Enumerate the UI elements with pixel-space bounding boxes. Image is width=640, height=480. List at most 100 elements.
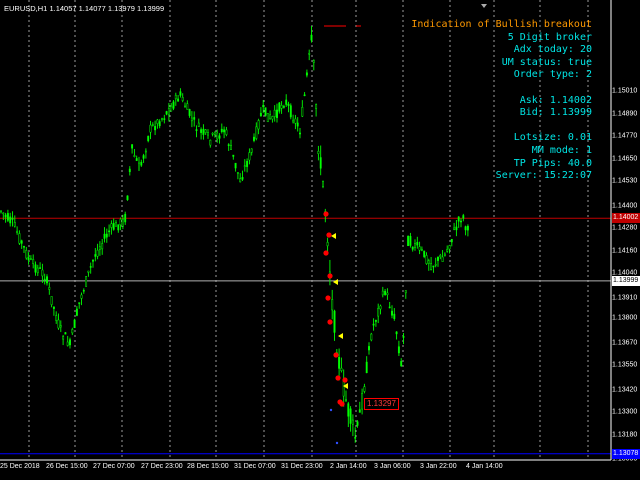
candle-body: [188, 109, 191, 116]
candle-body: [333, 310, 336, 333]
candle-body: [207, 132, 209, 136]
candle-body: [98, 246, 101, 250]
candle-body: [23, 246, 25, 248]
time-axis-label: 31 Dec 23:00: [281, 463, 323, 470]
sell-signal-dot-icon: [327, 319, 333, 325]
candle-body: [200, 129, 203, 133]
candle-body: [6, 213, 9, 221]
candle-body: [273, 109, 276, 117]
candle-body: [259, 112, 262, 117]
candle-body: [363, 386, 366, 392]
candle-body: [453, 227, 456, 230]
candle-body: [103, 233, 106, 239]
candle-body: [420, 248, 423, 251]
candle-body: [262, 105, 265, 108]
candle-body: [400, 361, 403, 367]
candle-body: [257, 120, 260, 130]
candle-body: [52, 306, 55, 309]
candle-body: [170, 105, 173, 112]
candle-body: [9, 216, 12, 224]
candle-body: [34, 264, 37, 273]
candle-body: [248, 152, 251, 161]
candle-body: [278, 102, 281, 112]
candle-body: [393, 313, 396, 319]
candle-body: [112, 223, 115, 230]
candle-body: [110, 223, 113, 228]
candle-body: [57, 319, 60, 329]
candle-body: [59, 325, 62, 328]
candle-body: [356, 421, 359, 426]
candle-body: [423, 250, 426, 257]
price-axis-label: 1.14400: [612, 202, 638, 210]
candle-body: [43, 278, 46, 281]
candle-body: [101, 243, 104, 250]
candle-body: [384, 290, 387, 295]
candle-body: [87, 270, 90, 273]
candle-body: [377, 307, 380, 317]
candle-body: [437, 256, 439, 261]
candle-body: [243, 165, 246, 167]
candle-body: [36, 267, 39, 274]
candle-body: [92, 259, 94, 262]
candle-body: [119, 218, 122, 226]
candle-body: [216, 132, 219, 140]
candle-body: [223, 129, 226, 133]
sell-signal-dot-icon: [335, 375, 341, 381]
candle-body: [241, 177, 244, 180]
candle-body: [2, 212, 5, 215]
candle-body: [181, 97, 184, 101]
candle-body: [439, 255, 442, 258]
panel-line: Lotsize: 0.01: [513, 132, 592, 144]
candle-body: [460, 220, 462, 223]
candle-body: [250, 148, 253, 153]
candle-body: [418, 246, 421, 251]
candle-body: [365, 361, 368, 374]
candle-body: [115, 222, 117, 227]
candle-body: [105, 233, 108, 238]
candle-body: [16, 230, 19, 234]
candle-body: [455, 226, 458, 231]
candle-body: [358, 409, 361, 413]
candle-body: [347, 403, 350, 417]
candle-body: [409, 236, 412, 246]
candle-body: [308, 53, 311, 55]
candle-body: [354, 437, 357, 439]
time-axis-label: 26 Dec 15:00: [46, 463, 88, 470]
price-axis-label: 1.14530: [612, 177, 638, 185]
candle-body: [276, 109, 278, 118]
price-axis-label: 1.13910: [612, 294, 638, 302]
candle-body: [239, 178, 242, 183]
candle-body: [20, 240, 23, 244]
candle-body: [133, 155, 136, 157]
price-axis-label: 1.14280: [612, 224, 638, 232]
candle-body: [349, 408, 352, 424]
panel-title: Indication of Bullish breakout: [411, 19, 592, 30]
candle-body: [144, 150, 147, 153]
candle-body: [234, 162, 237, 169]
candle-body: [338, 357, 341, 369]
candle-body: [285, 99, 288, 105]
panel-line: [411, 120, 592, 133]
candle-body: [310, 34, 313, 41]
candle-body: [255, 126, 258, 139]
candle-body: [317, 150, 320, 154]
price-axis-label: 1.13180: [612, 431, 638, 439]
candle-body: [124, 213, 127, 223]
candle-body: [50, 296, 53, 305]
candle-body: [271, 116, 274, 120]
candle-body: [414, 243, 416, 248]
panel-line: MM mode: 1: [531, 144, 592, 156]
candle-body: [322, 181, 324, 187]
candle-body: [48, 287, 51, 290]
price-annotation-label[interactable]: 1.13297: [364, 398, 399, 410]
candle-body: [138, 162, 140, 171]
candle-body: [46, 276, 48, 284]
candle-body: [158, 121, 161, 127]
candle-body: [296, 122, 299, 127]
candle-body: [351, 419, 354, 425]
candle-body: [340, 367, 343, 371]
candle-body: [218, 135, 221, 139]
candle-body: [66, 341, 69, 346]
candle-body: [27, 257, 30, 261]
candle-body: [197, 122, 200, 127]
